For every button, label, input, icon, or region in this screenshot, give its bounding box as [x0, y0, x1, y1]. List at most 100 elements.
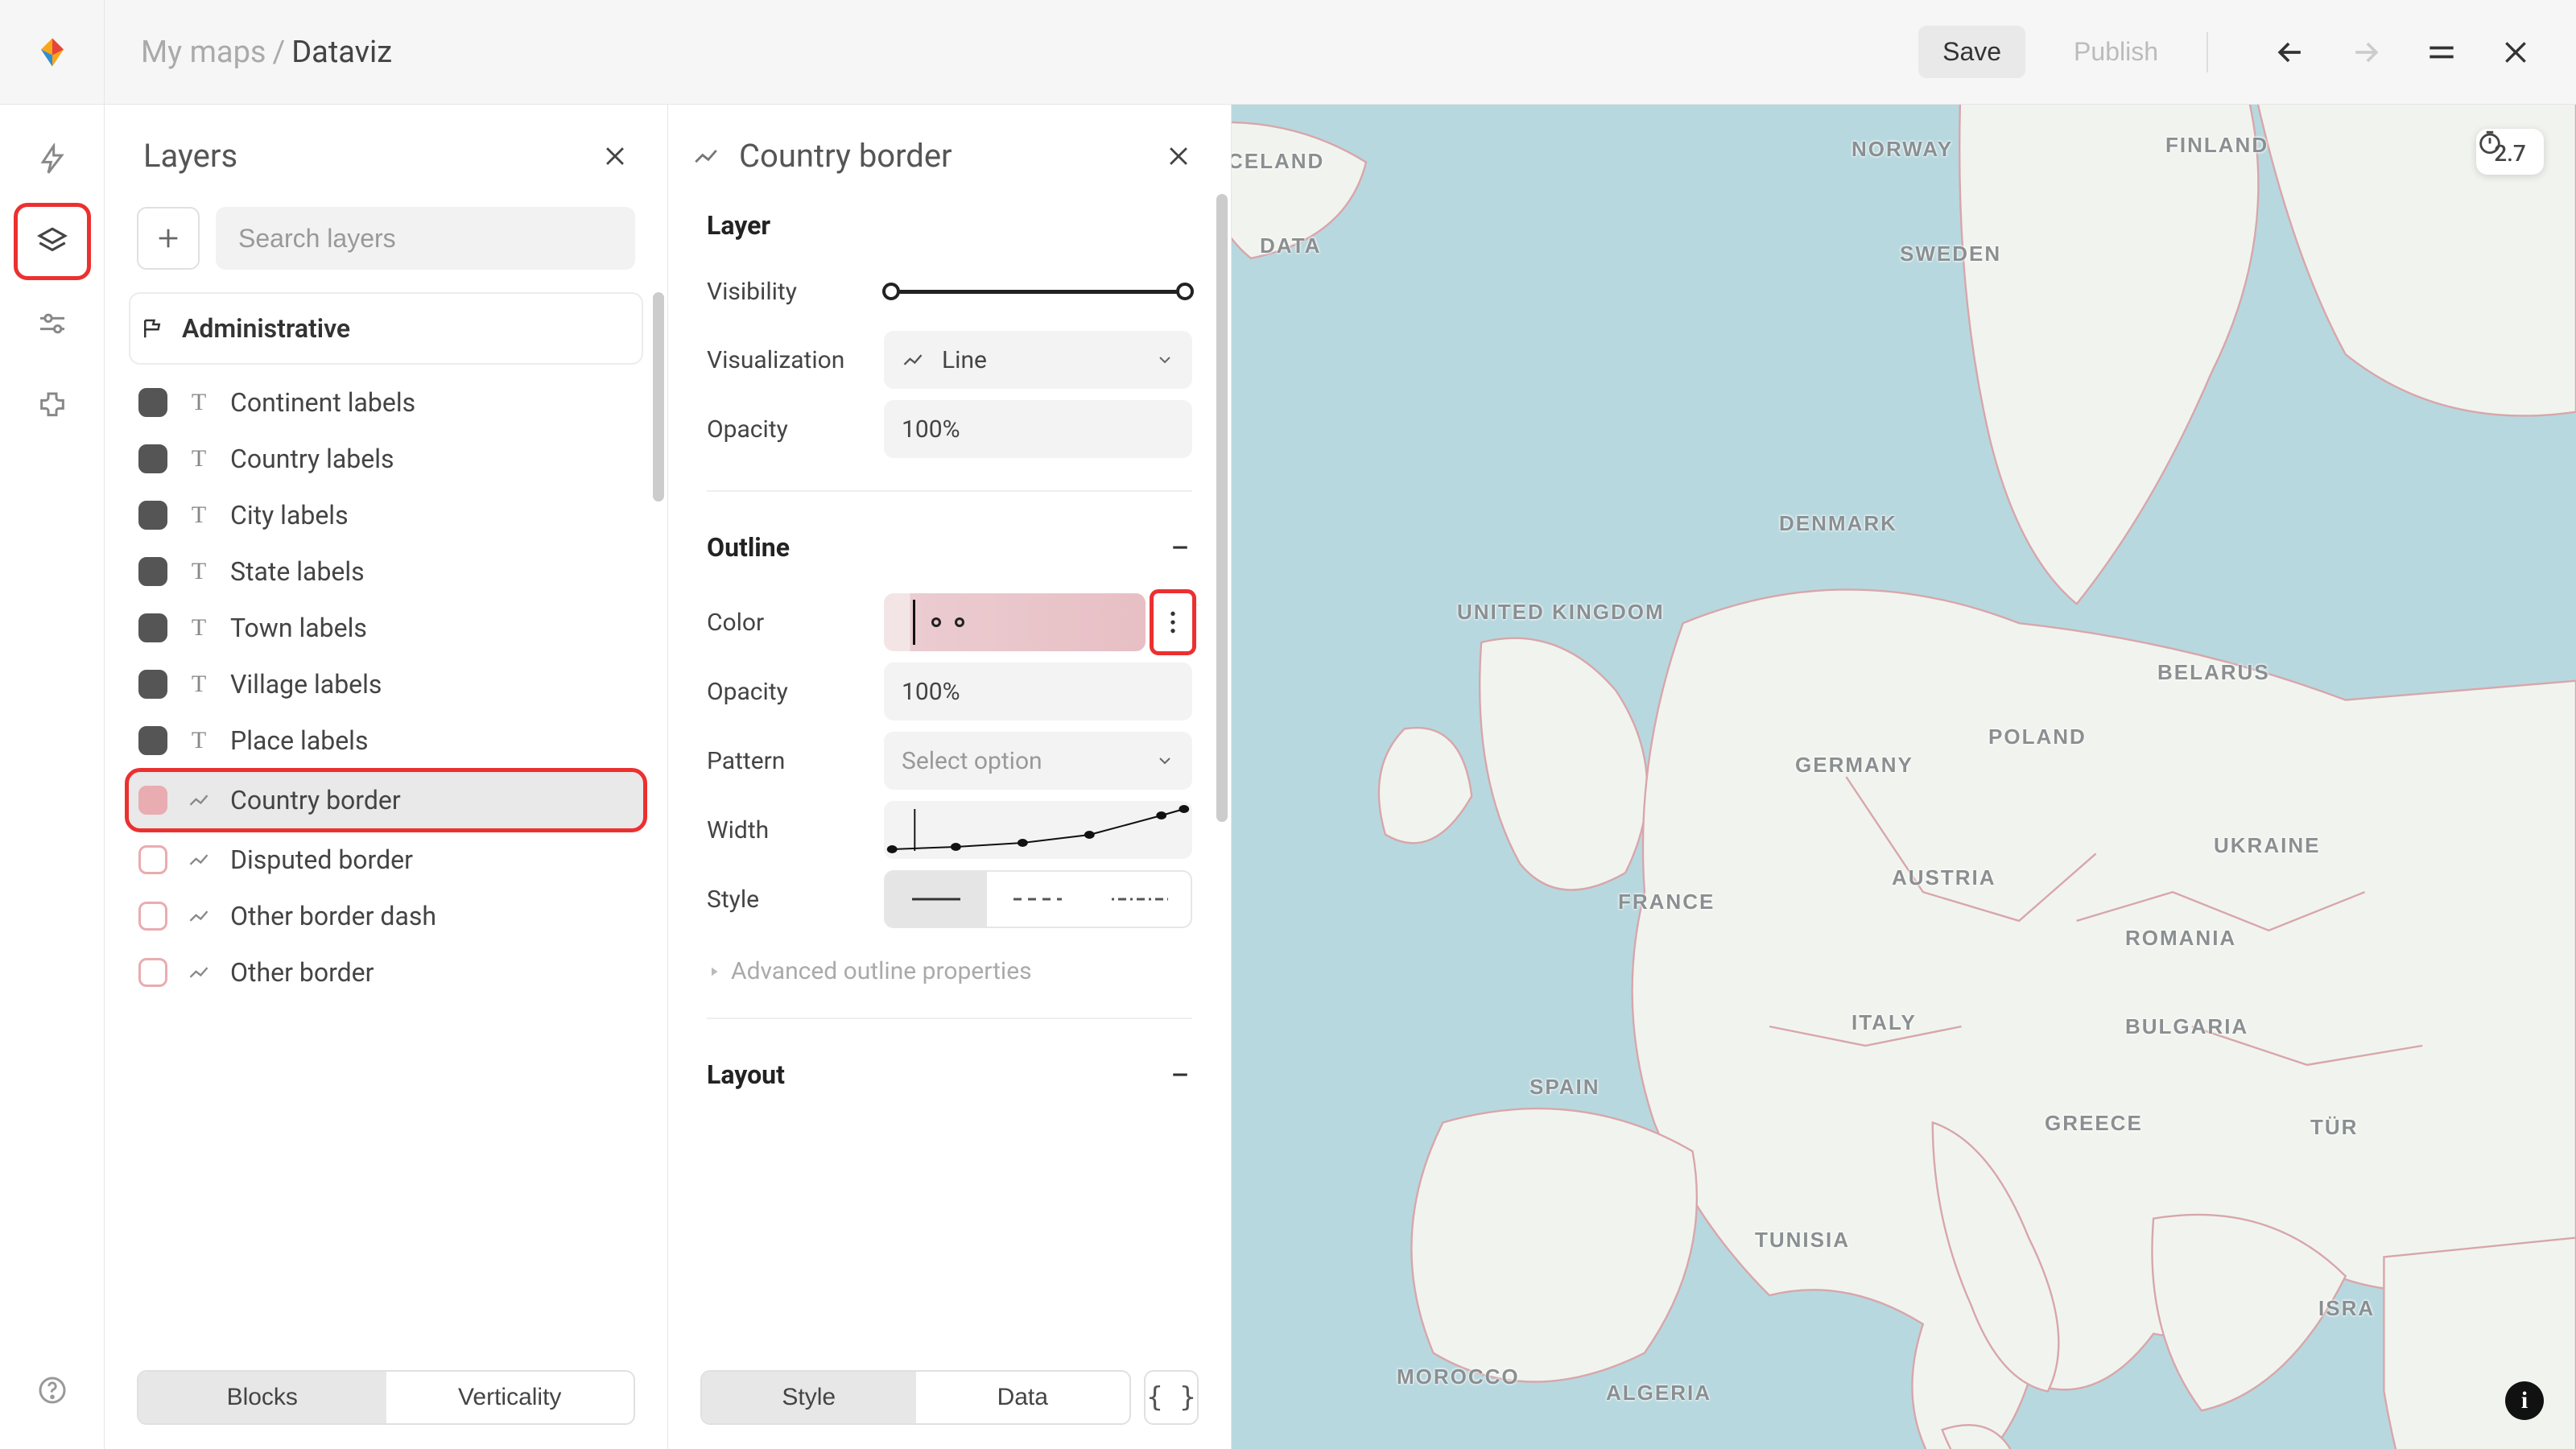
row-width: Width: [707, 801, 1192, 859]
layer-checkbox[interactable]: [138, 786, 167, 815]
map-canvas[interactable]: CELANDDATANORWAYFINLANDSWEDENDENMARKUNIT…: [1232, 105, 2576, 1449]
advanced-outline-toggle[interactable]: Advanced outline properties: [707, 957, 1192, 985]
color-swatch[interactable]: [884, 593, 1146, 651]
close-props-icon[interactable]: [1165, 142, 1192, 170]
group-label: Administrative: [182, 313, 350, 344]
layer-checkbox[interactable]: [138, 613, 167, 642]
scrollbar[interactable]: [653, 292, 664, 502]
props-body[interactable]: Layer Visibility Visualization Line: [668, 191, 1231, 1354]
layer-row[interactable]: TCountry labels: [129, 431, 643, 487]
layer-checkbox[interactable]: [138, 501, 167, 530]
layer-checkbox[interactable]: [138, 444, 167, 473]
close-layers-icon[interactable]: [601, 142, 629, 170]
map-label: ITALY: [1852, 1010, 1917, 1035]
text-icon: T: [185, 502, 213, 529]
info-button[interactable]: i: [2505, 1381, 2544, 1420]
layer-row[interactable]: TPlace labels: [129, 712, 643, 769]
breadcrumb-parent[interactable]: My maps: [141, 35, 266, 70]
layer-checkbox[interactable]: [138, 845, 167, 874]
divider: [707, 490, 1192, 492]
back-icon[interactable]: [2273, 35, 2308, 70]
visualization-label: Visualization: [707, 346, 884, 374]
collapse-icon[interactable]: [1168, 535, 1192, 559]
json-button[interactable]: { }: [1144, 1370, 1199, 1425]
line-icon: [185, 961, 213, 984]
layer-checkbox[interactable]: [138, 902, 167, 931]
layer-row[interactable]: TVillage labels: [129, 656, 643, 712]
tab-data[interactable]: Data: [916, 1372, 1130, 1423]
pattern-label: Pattern: [707, 747, 884, 775]
pattern-select[interactable]: Select option: [884, 732, 1192, 790]
layer-label: Disputed border: [230, 844, 413, 875]
row-opacity: Opacity 100%: [707, 400, 1192, 458]
search-input[interactable]: [216, 207, 635, 270]
layer-checkbox[interactable]: [138, 388, 167, 417]
map-label: ROMANIA: [2125, 926, 2236, 951]
map-label: FRANCE: [1618, 890, 1715, 914]
app-logo[interactable]: [0, 0, 105, 104]
map-label: TUNISIA: [1755, 1228, 1850, 1253]
breadcrumb: My maps / Dataviz: [141, 35, 392, 70]
layer-row[interactable]: Country border: [129, 772, 643, 828]
layer-checkbox[interactable]: [138, 670, 167, 699]
layer-row[interactable]: Other border: [129, 944, 643, 1001]
more-vertical-icon: [1170, 609, 1176, 636]
scrollbar[interactable]: [1216, 194, 1228, 822]
layer-label: Other border dash: [230, 901, 436, 931]
text-icon: T: [185, 671, 213, 698]
breadcrumb-current[interactable]: Dataviz: [291, 35, 392, 70]
map-label: ISRA: [2318, 1296, 2375, 1321]
tab-blocks[interactable]: Blocks: [138, 1372, 386, 1423]
layer-checkbox[interactable]: [138, 726, 167, 755]
left-rail: [0, 105, 105, 1449]
color-more-button[interactable]: [1154, 593, 1192, 651]
zoom-badge[interactable]: 2.7: [2476, 129, 2544, 175]
close-icon[interactable]: [2500, 36, 2532, 68]
chevron-down-icon: [1155, 751, 1174, 770]
layer-row[interactable]: TContinent labels: [129, 374, 643, 431]
layer-label: Place labels: [230, 725, 368, 756]
map-label: NORWAY: [1852, 137, 1953, 162]
layer-row[interactable]: TCity labels: [129, 487, 643, 543]
visibility-slider[interactable]: [884, 275, 1192, 308]
width-graph[interactable]: [884, 801, 1192, 859]
rail-item-lightning[interactable]: [18, 125, 87, 194]
menu-icon[interactable]: [2424, 35, 2459, 70]
rail-item-sliders[interactable]: [18, 289, 87, 358]
style-solid[interactable]: [886, 872, 987, 927]
row-outline-opacity: Opacity 100%: [707, 663, 1192, 720]
visualization-select[interactable]: Line: [884, 331, 1192, 389]
layer-checkbox[interactable]: [138, 557, 167, 586]
rail-item-extensions[interactable]: [18, 371, 87, 440]
layer-row[interactable]: Other border dash: [129, 888, 643, 944]
map-label: UNITED KINGDOM: [1457, 600, 1665, 625]
map-label: SWEDEN: [1900, 242, 2001, 266]
collapse-icon[interactable]: [1168, 1063, 1192, 1087]
section-outline: Outline: [707, 532, 790, 563]
layer-group[interactable]: Administrative: [129, 292, 643, 365]
tab-style[interactable]: Style: [702, 1372, 916, 1423]
add-layer-button[interactable]: [137, 207, 200, 270]
layer-label: Country labels: [230, 444, 394, 474]
map-label: BELARUS: [2157, 660, 2270, 685]
layer-row[interactable]: Disputed border: [129, 832, 643, 888]
map-label: AUSTRIA: [1892, 865, 1996, 890]
style-dash-dot[interactable]: [1089, 872, 1191, 927]
layer-label: State labels: [230, 556, 365, 587]
rail-item-help[interactable]: [18, 1356, 87, 1425]
layer-row[interactable]: TState labels: [129, 543, 643, 600]
save-button[interactable]: Save: [1918, 26, 2025, 78]
tab-verticality[interactable]: Verticality: [386, 1372, 634, 1423]
rail-item-layers[interactable]: [18, 207, 87, 276]
opacity-input[interactable]: 100%: [884, 400, 1192, 458]
layer-checkbox[interactable]: [138, 958, 167, 987]
outline-opacity-input[interactable]: 100%: [884, 663, 1192, 720]
divider: [707, 1018, 1192, 1019]
props-title: Country border: [739, 137, 1146, 175]
layer-row[interactable]: TTown labels: [129, 600, 643, 656]
text-icon: T: [185, 389, 213, 416]
publish-button[interactable]: Publish: [2050, 26, 2182, 78]
layers-list[interactable]: Administrative TContinent labelsTCountry…: [105, 292, 667, 1354]
forward-icon[interactable]: [2348, 35, 2384, 70]
style-dashed[interactable]: [987, 872, 1088, 927]
